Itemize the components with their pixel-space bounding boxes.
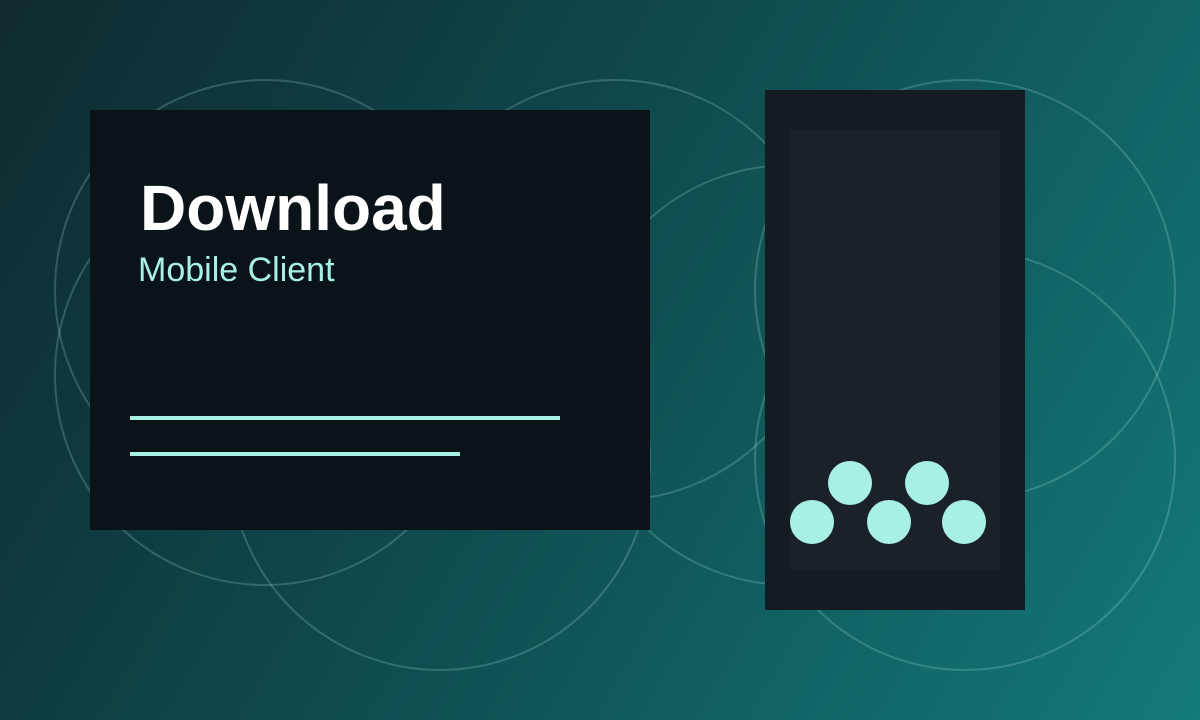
page-title: Download: [140, 172, 446, 244]
phone-dot: [867, 500, 911, 544]
phone-dot: [790, 500, 834, 544]
download-card: Download Mobile Client: [90, 110, 650, 530]
phone-illustration: [765, 90, 1025, 610]
phone-screen: [790, 130, 1000, 570]
phone-dot: [905, 461, 949, 505]
decorative-line: [130, 452, 460, 456]
phone-dot: [828, 461, 872, 505]
phone-dot: [942, 500, 986, 544]
decorative-line: [130, 416, 560, 420]
page-subtitle: Mobile Client: [138, 251, 335, 289]
